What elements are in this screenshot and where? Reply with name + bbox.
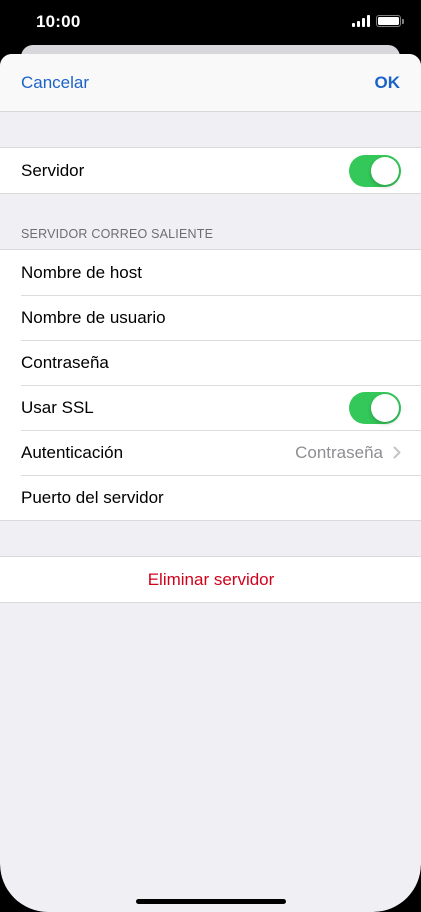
home-indicator	[135, 899, 286, 904]
host-name-label: Nombre de host	[21, 262, 142, 282]
password-row[interactable]: Contraseña	[0, 340, 421, 385]
authentication-label: Autenticación	[21, 442, 124, 462]
status-bar: 10:00	[0, 0, 421, 44]
chevron-right-icon	[393, 446, 401, 459]
status-icons	[352, 15, 404, 27]
authentication-value: Contraseña	[295, 442, 383, 462]
ssl-label: Usar SSL	[21, 397, 94, 417]
server-row: Servidor	[0, 148, 421, 193]
ok-button[interactable]: OK	[375, 73, 401, 93]
phone-screen: 10:00 Cancelar OK Servidor SERVIDOR CORR…	[0, 0, 421, 912]
status-time: 10:00	[36, 12, 81, 31]
cancel-button[interactable]: Cancelar	[21, 73, 89, 93]
server-label: Servidor	[21, 160, 85, 180]
user-name-row[interactable]: Nombre de usuario	[0, 295, 421, 340]
server-port-label: Puerto del servidor	[21, 487, 164, 507]
toggle-knob	[371, 393, 399, 422]
settings-sheet: Cancelar OK Servidor SERVIDOR CORREO SAL…	[0, 54, 421, 912]
server-toggle[interactable]	[349, 154, 401, 187]
delete-server-button[interactable]: Eliminar servidor	[0, 557, 421, 602]
server-port-row[interactable]: Puerto del servidor	[0, 475, 421, 520]
outgoing-group: Nombre de host Nombre de usuario Contras…	[0, 249, 421, 521]
navigation-bar: Cancelar OK	[0, 54, 421, 112]
server-group: Servidor	[0, 147, 421, 194]
ssl-toggle[interactable]	[349, 391, 401, 424]
battery-icon	[376, 15, 404, 27]
signal-bars-icon	[352, 15, 370, 27]
delete-group: Eliminar servidor	[0, 556, 421, 603]
authentication-row[interactable]: Autenticación Contraseña	[0, 430, 421, 475]
outgoing-section-header: SERVIDOR CORREO SALIENTE	[21, 227, 214, 241]
notch	[106, 0, 315, 32]
host-name-row[interactable]: Nombre de host	[0, 250, 421, 295]
delete-server-label: Eliminar servidor	[147, 569, 275, 589]
password-label: Contraseña	[21, 352, 109, 372]
authentication-value-wrap: Contraseña	[295, 443, 401, 463]
toggle-knob	[371, 156, 399, 185]
ssl-row: Usar SSL	[0, 385, 421, 430]
user-name-label: Nombre de usuario	[21, 307, 166, 327]
